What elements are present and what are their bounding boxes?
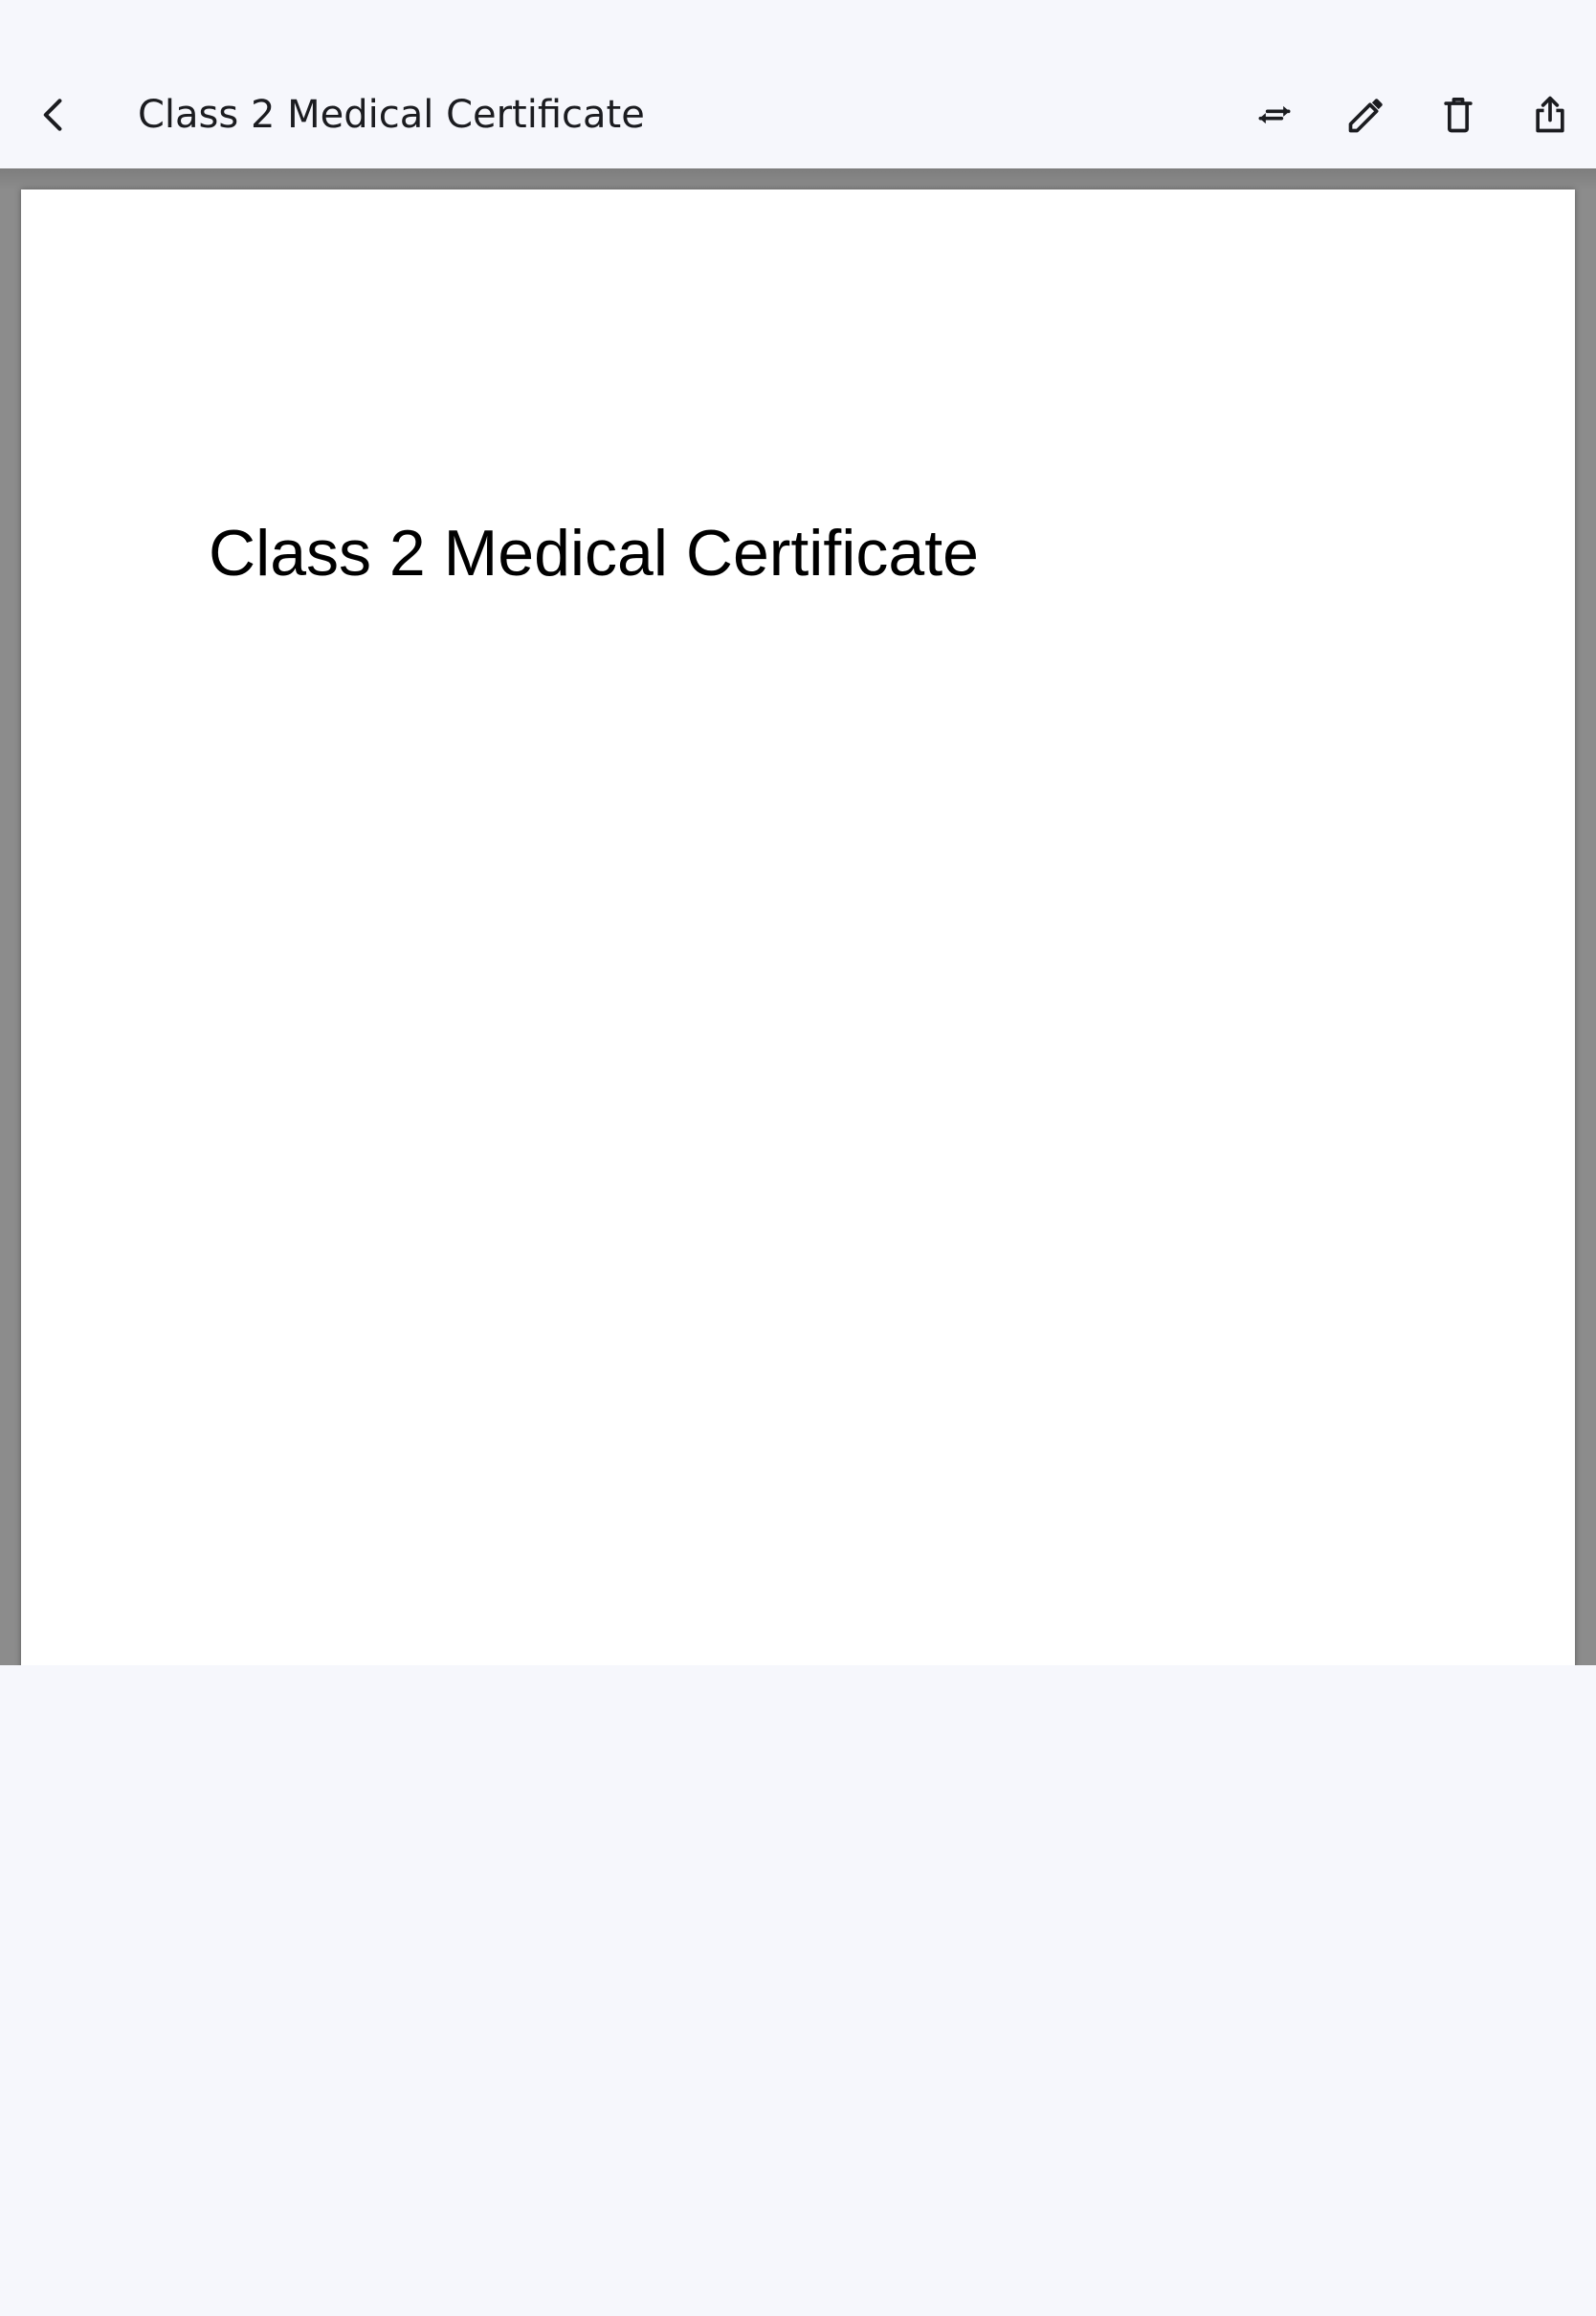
top-app-bar: Class 2 Medical Certificate xyxy=(0,0,1596,168)
document-preview[interactable]: Class 2 Medical Certificate xyxy=(0,168,1596,1665)
chevron-left-icon xyxy=(43,99,62,131)
pencil-icon xyxy=(1348,99,1383,133)
share-button[interactable] xyxy=(1510,75,1590,155)
document-heading: Class 2 Medical Certificate xyxy=(209,517,979,590)
page-title: Class 2 Medical Certificate xyxy=(138,93,645,137)
edit-button[interactable] xyxy=(1326,75,1407,155)
delete-button[interactable] xyxy=(1418,75,1498,155)
document-page: Class 2 Medical Certificate xyxy=(21,189,1575,1665)
swap-button[interactable] xyxy=(1234,75,1315,155)
swap-arrows-icon xyxy=(1258,105,1291,124)
share-icon xyxy=(1536,96,1564,133)
empty-content-area xyxy=(0,1665,1596,2316)
trash-icon xyxy=(1444,98,1473,133)
back-button[interactable] xyxy=(13,75,94,155)
preview-top-shadow xyxy=(0,168,1596,189)
document-viewer-screen: Class 2 Medical Certificate Class 2 Medi… xyxy=(0,0,1596,2316)
